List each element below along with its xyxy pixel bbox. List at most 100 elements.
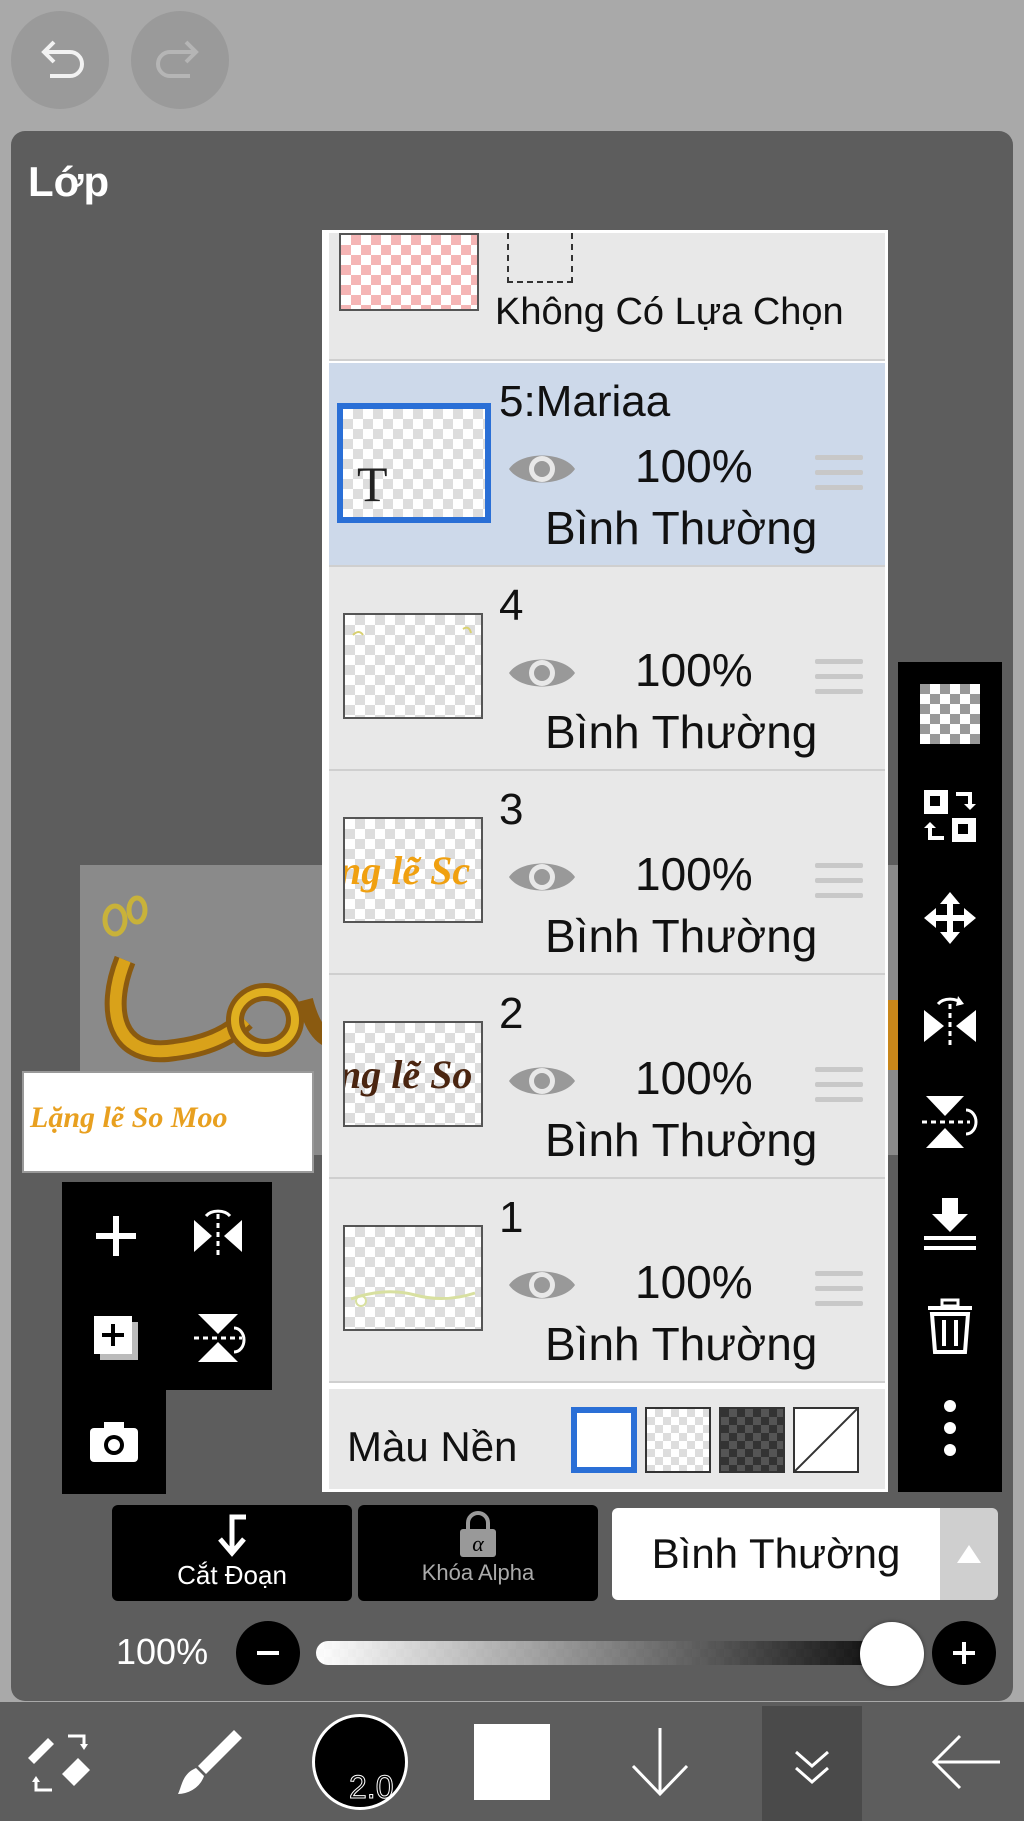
alpha-lock-button[interactable]: α Khóa Alpha — [358, 1505, 598, 1601]
camera-icon — [90, 1422, 138, 1462]
layer-name: 4 — [499, 581, 524, 630]
layer-row[interactable]: ng lẽ So 2 100% Bình Thường — [329, 975, 885, 1179]
navigator-thumbnail[interactable]: Lặng lẽ So Moo — [22, 1071, 314, 1173]
arrow-left-icon — [931, 1734, 1000, 1789]
merge-down-button[interactable] — [920, 1194, 980, 1254]
flip-vertical-button[interactable] — [920, 1092, 980, 1152]
background-color-row: Màu Nền — [329, 1389, 885, 1489]
redo-button[interactable] — [131, 11, 229, 109]
layer-thumb-text: ng lẽ So — [343, 1052, 473, 1097]
layer-opacity: 100% — [635, 1256, 753, 1308]
bg-transparent-swatch[interactable] — [645, 1407, 711, 1473]
layer-row[interactable]: T 5:Mariaa 100% Bình Thường — [329, 363, 885, 567]
layer-blend-mode: Bình Thường — [545, 1114, 818, 1166]
svg-text:α: α — [472, 1531, 484, 1556]
drag-handle-icon[interactable] — [815, 863, 863, 903]
layer-blend-mode: Bình Thường — [545, 706, 818, 758]
selection-thumbnail — [339, 233, 479, 311]
plus-icon — [953, 1642, 975, 1664]
undo-button[interactable] — [11, 11, 109, 109]
import-photo-button[interactable] — [84, 1412, 144, 1472]
flip-horizontal-button[interactable] — [188, 1206, 248, 1266]
eye-icon[interactable] — [507, 447, 577, 491]
delete-layer-button[interactable] — [920, 1296, 980, 1356]
brush-tool-button[interactable] — [164, 1702, 256, 1821]
arrow-down-icon — [631, 1727, 689, 1796]
eye-icon[interactable] — [507, 1263, 577, 1307]
clipping-button[interactable]: Cắt Đoạn — [112, 1505, 352, 1601]
duplicate-layer-button[interactable] — [86, 1308, 146, 1368]
eye-icon[interactable] — [507, 855, 577, 899]
selection-marquee-icon — [507, 233, 573, 283]
layer-name: 1 — [499, 1193, 524, 1242]
layer-thumbnail: ng lẽ Sc — [343, 817, 483, 923]
brush-size-button[interactable]: 2.0 — [308, 1702, 412, 1821]
plus-icon — [96, 1216, 136, 1256]
layer-opacity: 100% — [635, 848, 753, 900]
selection-label: Không Có Lựa Chọn — [495, 291, 844, 333]
merge-down-icon — [924, 1198, 976, 1250]
layer-thumbnail — [343, 613, 483, 719]
bg-white-swatch[interactable] — [571, 1407, 637, 1473]
brush-eraser-switch-icon — [28, 1734, 90, 1791]
undo-icon — [41, 40, 84, 78]
layer-blend-mode: Bình Thường — [545, 910, 818, 962]
clipping-arrow-icon — [218, 1514, 246, 1557]
drag-handle-icon[interactable] — [815, 1067, 863, 1107]
eye-icon[interactable] — [507, 1059, 577, 1103]
opacity-slider-knob[interactable] — [860, 1622, 924, 1686]
move-icon — [924, 892, 976, 944]
swap-icon — [924, 790, 976, 842]
lock-alpha-icon: α — [460, 1511, 496, 1557]
color-button[interactable] — [468, 1702, 556, 1821]
swap-layer-button[interactable] — [920, 786, 980, 846]
drag-handle-icon[interactable] — [815, 1271, 863, 1311]
transparency-button[interactable] — [920, 684, 980, 744]
flip-horizontal-icon — [194, 1209, 242, 1258]
layer-row[interactable]: 4 100% Bình Thường — [329, 567, 885, 771]
selection-layer-row[interactable]: Không Có Lựa Chọn — [329, 233, 885, 361]
flip-vertical-button[interactable] — [188, 1308, 248, 1368]
layer-name: 2 — [499, 989, 524, 1038]
text-layer-icon: T — [357, 456, 388, 512]
panel-title: Lớp — [28, 158, 110, 205]
layer-row[interactable]: 1 100% Bình Thường — [329, 1179, 885, 1383]
layer-row[interactable]: ng lẽ Sc 3 100% Bình Thường — [329, 771, 885, 975]
minus-icon — [257, 1651, 279, 1655]
eye-icon[interactable] — [507, 651, 577, 695]
back-button[interactable] — [920, 1702, 1012, 1821]
flip-horizontal-icon — [924, 996, 976, 1048]
move-button[interactable] — [920, 888, 980, 948]
blend-mode-dropdown-button[interactable] — [940, 1508, 998, 1600]
triangle-up-icon — [957, 1545, 981, 1563]
move-layer-down-button[interactable] — [614, 1702, 706, 1821]
left-tool-grid — [62, 1182, 272, 1390]
double-chevron-down-icon — [795, 1750, 829, 1784]
drag-handle-icon[interactable] — [815, 455, 863, 495]
opacity-increase-button[interactable] — [932, 1621, 996, 1685]
add-layer-button[interactable] — [86, 1206, 146, 1266]
current-color-swatch — [474, 1723, 550, 1800]
flip-vertical-icon — [922, 1096, 978, 1148]
layer-opacity: 100% — [635, 1052, 753, 1104]
drag-handle-icon[interactable] — [815, 659, 863, 699]
more-options-button[interactable] — [920, 1398, 980, 1458]
background-color-label: Màu Nền — [347, 1423, 518, 1470]
layer-thumbnail — [343, 1225, 483, 1331]
opacity-slider-track[interactable] — [316, 1641, 892, 1665]
flip-horizontal-button[interactable] — [920, 990, 980, 1050]
opacity-value: 100% — [116, 1631, 209, 1672]
brush-icon — [178, 1729, 242, 1794]
layer-blend-mode: Bình Thường — [545, 502, 818, 554]
navigator-text: Lặng lẽ So Moo — [30, 1101, 228, 1134]
more-vertical-icon — [944, 1400, 956, 1456]
tool-switch-button[interactable] — [14, 1702, 106, 1821]
bg-none-swatch[interactable] — [793, 1407, 859, 1473]
opacity-decrease-button[interactable] — [236, 1621, 300, 1685]
layers-tab-active[interactable] — [762, 1706, 862, 1821]
bg-dark-checker-swatch[interactable] — [719, 1407, 785, 1473]
layer-blend-mode: Bình Thường — [545, 1318, 818, 1370]
blend-mode-select[interactable]: Bình Thường — [612, 1508, 940, 1600]
layer-opacity: 100% — [635, 644, 753, 696]
clipping-label: Cắt Đoạn — [177, 1560, 287, 1590]
